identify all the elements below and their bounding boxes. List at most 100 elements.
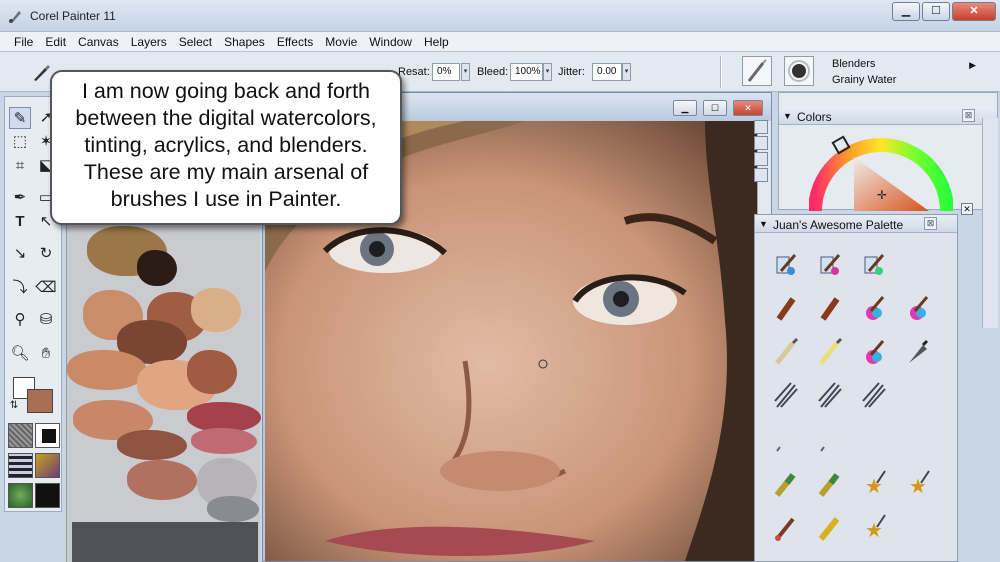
magnifier-tool[interactable]: 🔍︎ — [9, 343, 31, 365]
pattern-selector[interactable] — [8, 453, 33, 478]
painter-app-icon — [9, 11, 21, 23]
pen-nib-icon[interactable] — [903, 337, 933, 367]
colors-panel-header[interactable]: ▼ Colors ⊠ — [779, 107, 997, 125]
jitter-field[interactable]: 0.00 — [592, 63, 622, 81]
rotate-page-tool[interactable]: ↻ — [35, 243, 57, 265]
navigator-side-icon[interactable] — [754, 152, 768, 166]
oil-brush-icon[interactable] — [815, 337, 845, 367]
paint-dab — [187, 350, 237, 394]
document-minimize-button[interactable]: ▁ — [673, 100, 697, 116]
watercolor-brush-icon[interactable] — [815, 249, 845, 279]
menu-movie[interactable]: Movie — [319, 32, 363, 51]
eraser-tool[interactable]: ⌫ — [35, 277, 57, 299]
tinting-brush-icon[interactable] — [859, 293, 889, 323]
brush-tool[interactable]: ✎ — [9, 107, 31, 129]
window-title: Corel Painter 11 — [30, 9, 116, 23]
round-brush-icon[interactable] — [771, 513, 801, 543]
layers-side-icon[interactable] — [754, 120, 768, 134]
document-maximize-button[interactable]: ☐ — [703, 100, 727, 116]
panel-close-icon[interactable]: ⊠ — [962, 109, 975, 122]
custom-palette-header[interactable]: ▼ Juan's Awesome Palette ⊠ — [755, 215, 957, 233]
jitter-spinner[interactable]: ▾ — [622, 63, 631, 81]
channels-side-icon[interactable] — [754, 136, 768, 150]
settings-side-icon[interactable] — [754, 168, 768, 182]
pencil-icon[interactable] — [815, 425, 845, 455]
acrylic-brush-icon[interactable] — [815, 293, 845, 323]
brush-variant-thumb[interactable] — [784, 56, 814, 86]
colors-panel: ▼ Colors ⊠ ✛ — [778, 92, 998, 211]
callout-line: I am now going back and forth — [81, 79, 371, 103]
brush-selector[interactable]: Blenders Grainy Water ▶ — [826, 56, 978, 88]
main-color-swatch[interactable] — [27, 389, 53, 413]
minimize-button[interactable]: ▁ — [892, 2, 920, 21]
dropper-stroke-tool[interactable]: ↘ — [9, 243, 31, 265]
acrylic-brush-icon[interactable] — [771, 293, 801, 323]
marker-icon[interactable] — [771, 469, 801, 499]
menu-select[interactable]: Select — [173, 32, 218, 51]
close-button[interactable]: ✕ — [952, 2, 996, 21]
blender-brush-icon[interactable] — [859, 381, 889, 411]
palette-side-icons — [752, 118, 770, 208]
watercolor-brush-icon[interactable] — [859, 249, 889, 279]
document-close-button[interactable]: ✕ — [733, 100, 763, 116]
oil-brush-icon[interactable] — [771, 337, 801, 367]
collapse-triangle-icon[interactable]: ▼ — [783, 111, 792, 121]
blender-brush-icon[interactable] — [815, 381, 845, 411]
text-tool[interactable]: T — [9, 211, 31, 233]
toolbar-separator — [720, 56, 722, 88]
menu-effects[interactable]: Effects — [271, 32, 319, 51]
swap-colors-icon[interactable]: ⇅ — [7, 399, 21, 413]
panel-close-icon[interactable]: ⊠ — [924, 217, 937, 230]
star-brush-icon[interactable]: ★ — [859, 469, 889, 499]
paint-bucket-tool[interactable]: ⛁ — [35, 309, 57, 331]
crayon-icon[interactable] — [815, 513, 845, 543]
brush-menu-arrow-icon[interactable]: ▶ — [969, 60, 976, 71]
custom-palette-title: Juan's Awesome Palette — [773, 218, 904, 232]
star-brush-icon[interactable]: ★ — [903, 469, 933, 499]
menu-edit[interactable]: Edit — [39, 32, 72, 51]
look-selector[interactable] — [35, 483, 60, 508]
mixer-pad[interactable] — [66, 210, 261, 562]
rectangle-select-tool[interactable]: ⬚ — [9, 131, 31, 153]
brush-category-thumb[interactable] — [742, 56, 772, 86]
menu-layers[interactable]: Layers — [125, 32, 173, 51]
bleed-field[interactable]: 100% — [510, 63, 543, 81]
maximize-button[interactable]: ☐ — [922, 2, 950, 21]
nozzle-selector[interactable] — [8, 483, 33, 508]
eyedropper-tool[interactable]: ⚲ — [9, 309, 31, 331]
marker-icon[interactable] — [815, 469, 845, 499]
blender-brush-icon[interactable] — [771, 381, 801, 411]
gradient-selector[interactable] — [35, 423, 60, 448]
color-wheel[interactable]: ✛ — [809, 127, 953, 211]
colors-panel-title: Colors — [797, 110, 832, 124]
paper-selector[interactable] — [8, 423, 33, 448]
panel-scrollbar[interactable] — [982, 118, 998, 328]
bleed-spinner[interactable]: ▾ — [543, 63, 552, 81]
bleed-label: Bleed: — [477, 66, 509, 78]
star-brush-icon[interactable]: ★ — [859, 513, 889, 543]
menu-window[interactable]: Window — [363, 32, 418, 51]
menu-canvas[interactable]: Canvas — [72, 32, 125, 51]
grabber-hand-tool[interactable]: ✋︎ — [35, 343, 57, 365]
resat-spinner[interactable]: ▾ — [461, 63, 470, 81]
custom-palette-close-icon[interactable]: ✕ — [961, 203, 973, 215]
crop-tool[interactable]: ⌗ — [9, 155, 31, 177]
menu-file[interactable]: File — [8, 32, 39, 51]
cloner-tool[interactable]: ⤵ — [9, 277, 31, 299]
tinting-brush-icon[interactable] — [859, 337, 889, 367]
paint-dab — [137, 250, 177, 286]
watercolor-brush-icon[interactable] — [771, 249, 801, 279]
pencil-icon[interactable] — [771, 425, 801, 455]
weaving-selector[interactable] — [35, 453, 60, 478]
current-brush-icon[interactable] — [30, 62, 52, 84]
tinting-brush-icon[interactable] — [903, 293, 933, 323]
paint-dab — [191, 288, 241, 332]
menu-shapes[interactable]: Shapes — [218, 32, 271, 51]
menu-help[interactable]: Help — [418, 32, 455, 51]
brush-variant-name: Grainy Water — [832, 74, 897, 86]
resat-field[interactable]: 0% — [432, 63, 460, 81]
jitter-label: Jitter: — [558, 66, 585, 78]
callout-line: These are my main arsenal of — [83, 160, 369, 184]
pen-tool[interactable]: ✒ — [9, 187, 31, 209]
collapse-triangle-icon[interactable]: ▼ — [759, 219, 768, 229]
